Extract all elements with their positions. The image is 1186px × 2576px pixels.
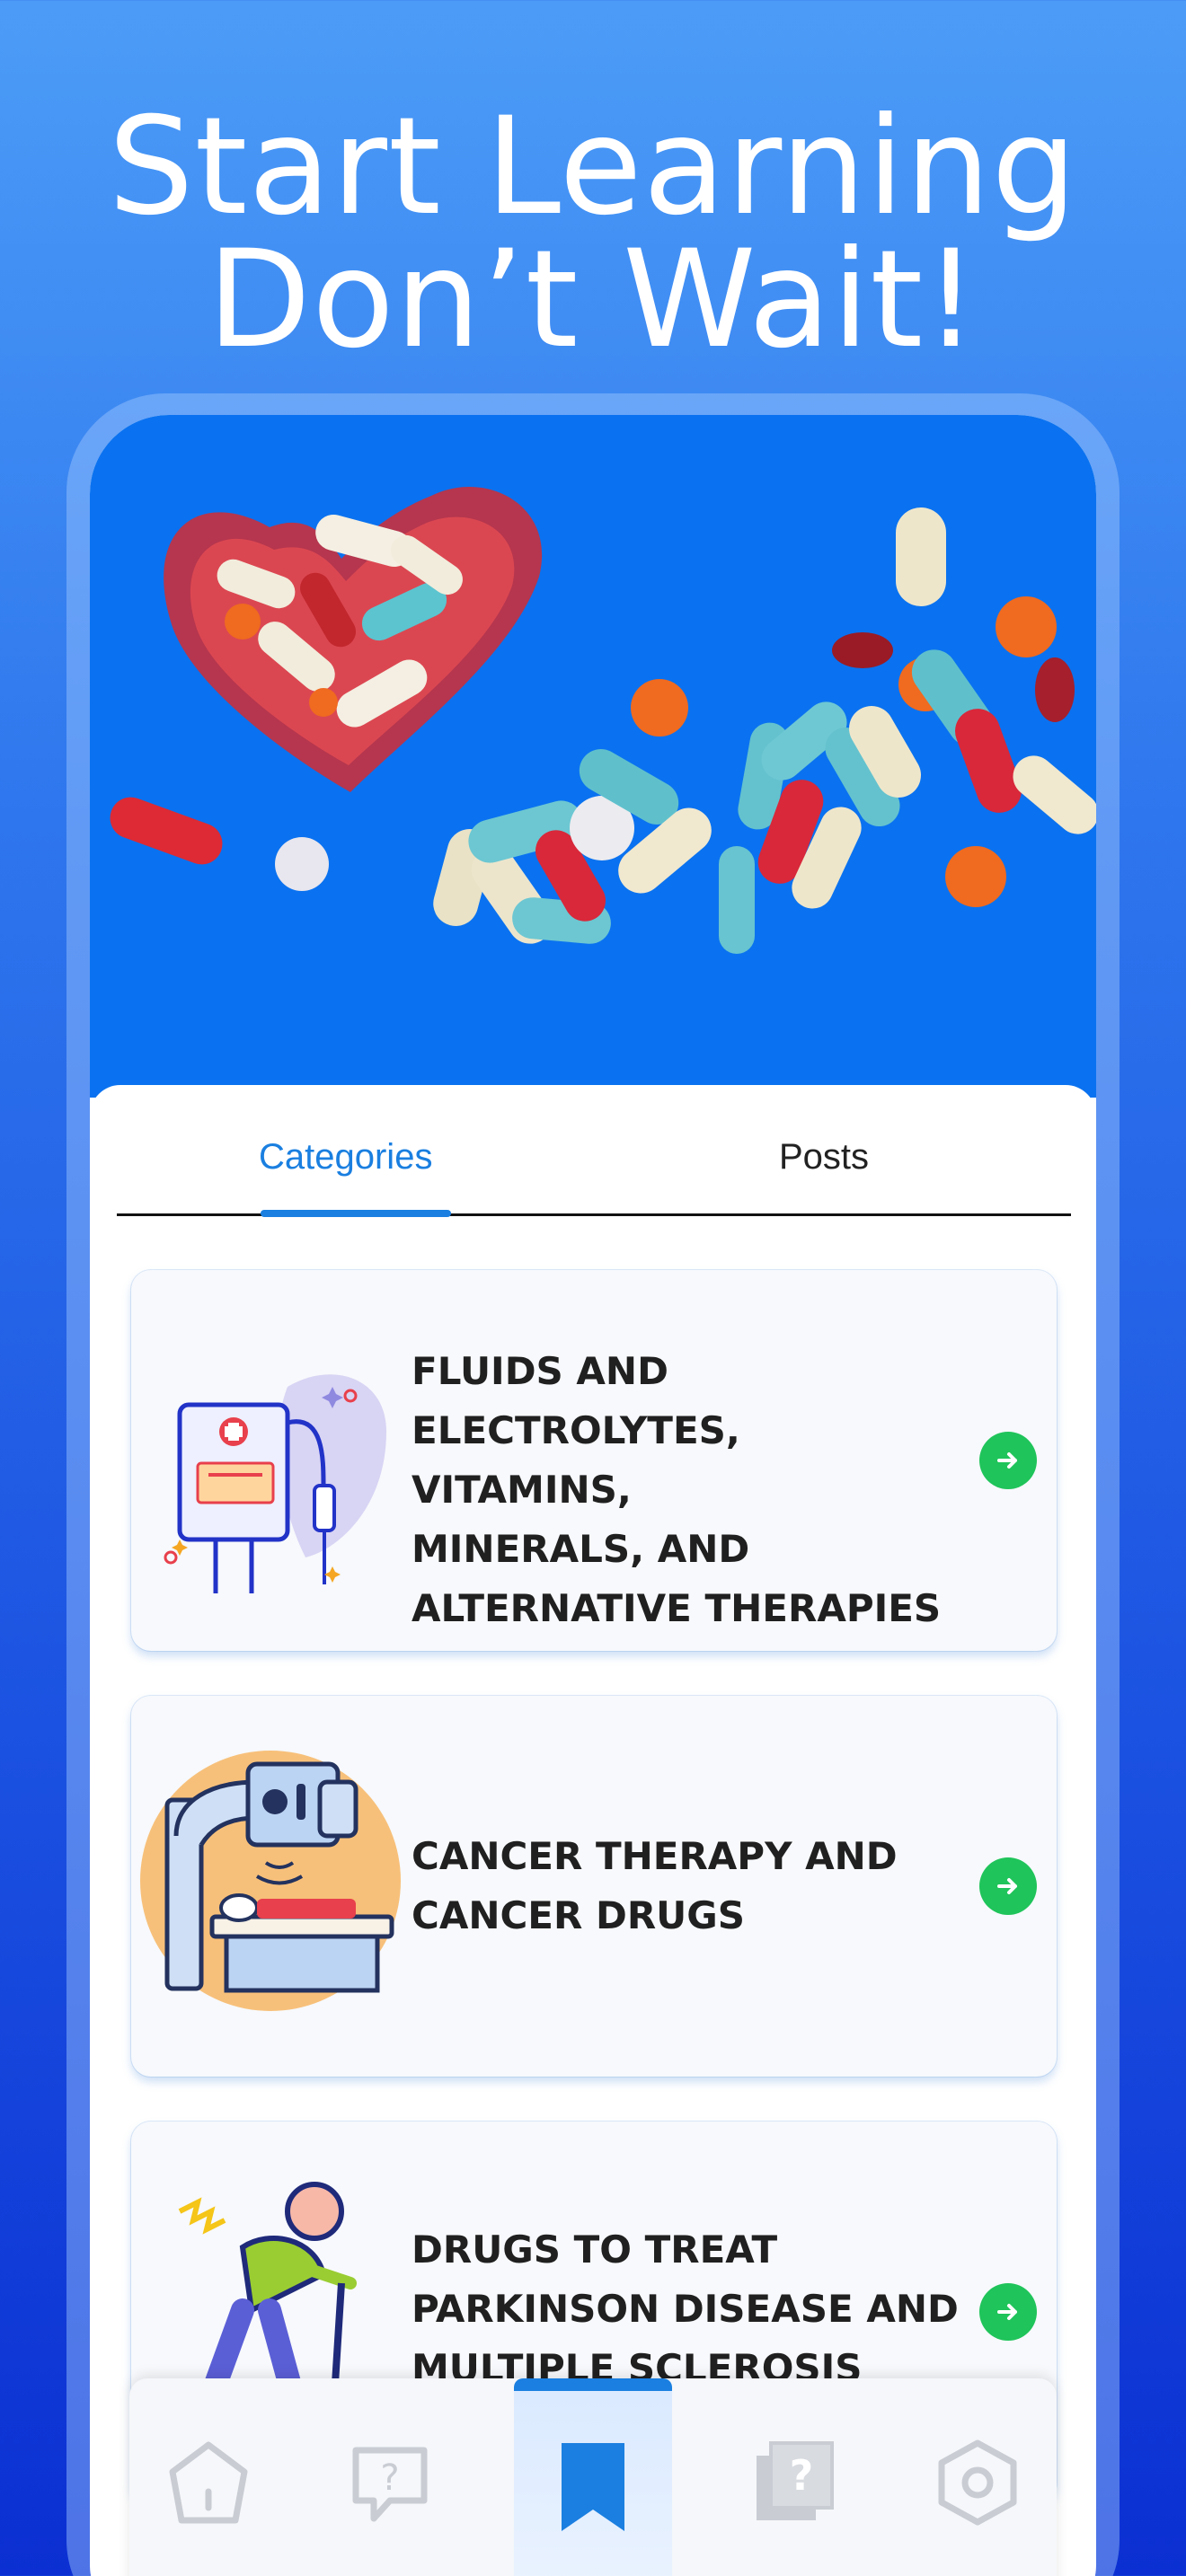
category-card[interactable]: FLUIDS AND ELECTROLYTES, VITAMINS, MINER… xyxy=(131,1270,1057,1651)
category-title: DRUGS TO TREAT PARKINSON DISEASE AND MUL… xyxy=(412,2228,959,2390)
headline-line-2: Don’t Wait! xyxy=(207,222,979,378)
active-tab-indicator xyxy=(261,1210,451,1217)
nav-quiz[interactable]: ? xyxy=(715,2378,873,2576)
headline: Start Learning Don’t Wait! xyxy=(0,89,1186,378)
tab-posts[interactable]: Posts xyxy=(779,1137,869,1178)
svg-text:?: ? xyxy=(380,2457,399,2499)
nav-settings[interactable] xyxy=(898,2378,1057,2576)
nav-bookmarks[interactable] xyxy=(514,2378,672,2576)
app-screen: Categories Posts FLUIDS AND ELECTROLYTES… xyxy=(90,415,1096,2576)
category-title: FLUIDS AND ELECTROLYTES, VITAMINS, MINER… xyxy=(412,1349,942,1630)
nav-questions[interactable]: ? xyxy=(311,2378,469,2576)
content-panel: Categories Posts FLUIDS AND ELECTROLYTES… xyxy=(90,1085,1096,2576)
tab-bar: Categories Posts xyxy=(117,1085,1071,1217)
nav-home[interactable] xyxy=(129,2378,288,2576)
iv-drip-icon xyxy=(144,1324,404,1610)
arrow-right-icon[interactable] xyxy=(979,1857,1037,1915)
tab-categories[interactable]: Categories xyxy=(259,1137,432,1178)
svg-text:?: ? xyxy=(790,2451,814,2500)
hero-image xyxy=(90,415,1096,1098)
category-card[interactable]: CANCER THERAPY AND CANCER DRUGS xyxy=(131,1696,1057,2077)
arrow-right-icon[interactable] xyxy=(979,1432,1037,1489)
arrow-right-icon[interactable] xyxy=(979,2283,1037,2341)
bookmark-icon xyxy=(553,2438,633,2576)
radiation-therapy-machine-icon xyxy=(140,1746,401,2016)
category-title: CANCER THERAPY AND CANCER DRUGS xyxy=(412,1834,898,1937)
bottom-nav: ? ? xyxy=(129,2378,1057,2576)
headline-line-1: Start Learning xyxy=(108,89,1078,245)
question-chat-icon: ? xyxy=(345,2438,435,2576)
quiz-cards-icon: ? xyxy=(749,2438,839,2576)
home-icon xyxy=(164,2438,253,2576)
settings-icon xyxy=(933,2438,1022,2576)
